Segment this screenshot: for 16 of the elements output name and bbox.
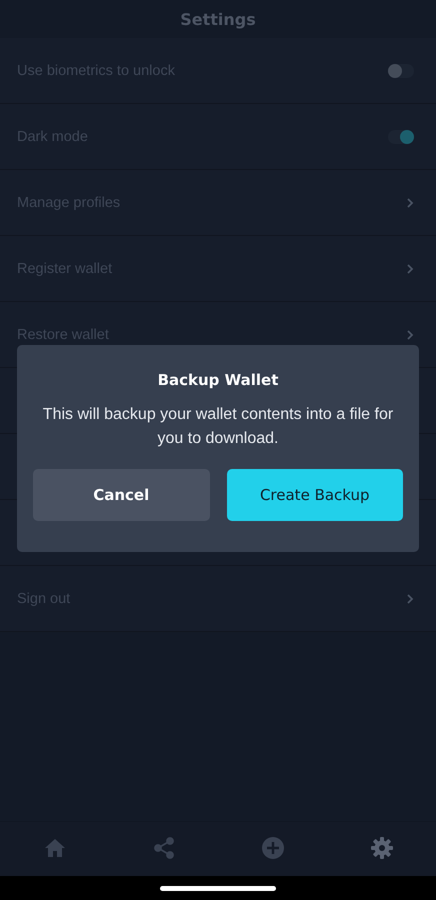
cancel-button[interactable]: Cancel (33, 469, 210, 521)
chevron-icon (406, 262, 414, 274)
chevron-icon (406, 196, 414, 208)
add-circle-icon[interactable] (262, 837, 284, 859)
home-indicator[interactable] (160, 886, 276, 890)
confirm-button[interactable]: Create Backup (226, 469, 403, 521)
toggle-switch[interactable] (388, 64, 414, 78)
settings-icon[interactable] (370, 837, 392, 859)
screen-title: Settings (180, 10, 256, 28)
dialog-title: Backup Wallet (158, 371, 278, 389)
dialog-message: This will backup your wallet contents into a file for you to download. (42, 405, 394, 449)
chevron-icon (406, 592, 414, 604)
toggle-switch[interactable] (388, 130, 414, 144)
share-icon[interactable] (152, 837, 174, 859)
home-icon[interactable] (44, 838, 66, 858)
chevron-icon (406, 328, 414, 340)
